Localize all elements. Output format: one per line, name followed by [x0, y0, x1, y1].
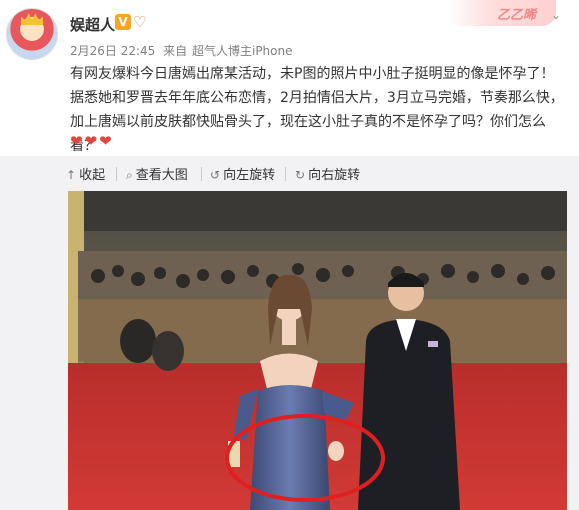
view-large-button[interactable]: ⌕ 查看大图: [126, 164, 188, 183]
view-large-label: 查看大图: [135, 168, 188, 183]
avatar[interactable]: [6, 8, 58, 60]
divider: [116, 167, 117, 181]
fan-badge-icon[interactable]: ♡: [133, 13, 153, 31]
photographer: [120, 319, 156, 363]
rotate-left-label: 向左旋转: [223, 168, 276, 183]
post-header: 娱超人 V ♡ 2月26日 22:45 来自 超气人博主iPhone 乙乙晞 ⌄: [0, 0, 579, 62]
rotate-right-button[interactable]: ↻ 向右旋转: [295, 164, 360, 183]
username[interactable]: 娱超人: [70, 14, 115, 35]
ribbon-text: 乙乙晞: [497, 8, 537, 23]
heart-emojis: ❤❤❤: [70, 132, 114, 150]
post-source[interactable]: 超气人博主iPhone: [192, 44, 293, 58]
source-prefix: 来自: [163, 44, 188, 58]
chevron-down-icon[interactable]: ⌄: [551, 9, 561, 21]
rotate-right-icon: ↻: [295, 168, 306, 182]
divider: [285, 167, 286, 181]
verified-icon[interactable]: V: [115, 14, 131, 30]
post-meta: 2月26日 22:45 来自 超气人博主iPhone: [70, 42, 297, 59]
divider: [201, 167, 202, 181]
collapse-label: 收起: [79, 168, 106, 183]
collapse-button[interactable]: ↑ 收起: [66, 164, 105, 183]
photo-illustration: [68, 191, 567, 510]
arrow-up-icon: ↑: [66, 168, 77, 182]
post-date[interactable]: 2月26日 22:45: [70, 44, 155, 58]
venue-roof: [68, 191, 567, 231]
post-text: 有网友爆料今日唐嫣出席某活动，未P图的照片中小肚子挺明显的像是怀孕了！据悉她和罗…: [70, 66, 564, 154]
rotate-left-icon: ↺: [210, 168, 221, 182]
rotate-left-button[interactable]: ↺ 向左旋转: [210, 164, 275, 183]
rotate-right-label: 向右旋转: [308, 168, 361, 183]
post-photo[interactable]: [68, 191, 567, 510]
magnifier-icon: ⌕: [126, 168, 133, 182]
